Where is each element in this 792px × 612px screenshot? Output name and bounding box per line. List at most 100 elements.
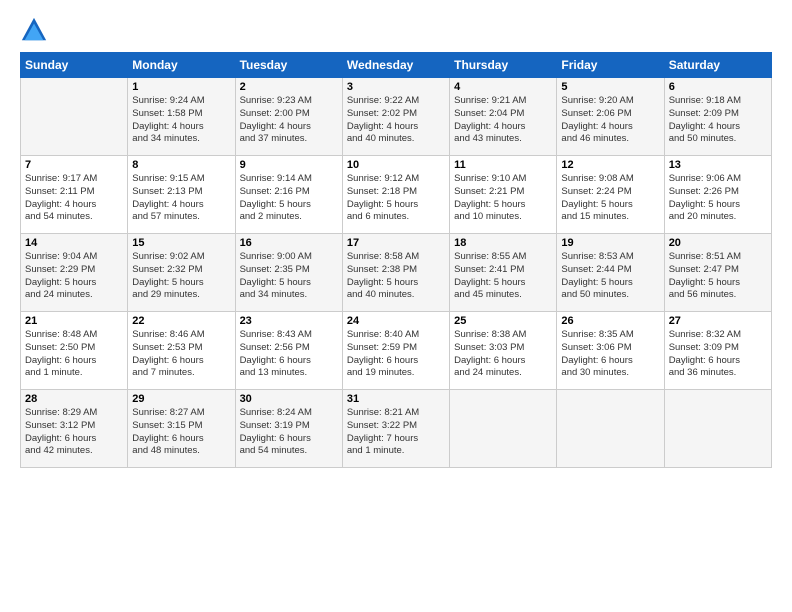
day-number: 18 [454,237,552,249]
week-row-2: 7Sunrise: 9:17 AM Sunset: 2:11 PM Daylig… [21,156,772,234]
day-cell: 15 Sunrise: 9:02 AM Sunset: 2:32 PM Dayli… [128,234,235,312]
day-info: Sunrise: 9:21 AM Sunset: 2:04 PM Dayligh… [454,95,552,146]
day-number: 14 [25,237,123,249]
day-number: 19 [561,237,659,249]
page: SundayMondayTuesdayWednesdayThursdayFrid… [0,0,792,478]
day-info: Sunrise: 9:00 AM Sunset: 2:35 PM Dayligh… [240,251,338,302]
day-info: Sunrise: 8:46 AM Sunset: 2:53 PM Dayligh… [132,329,230,380]
day-info: Sunrise: 8:43 AM Sunset: 2:56 PM Dayligh… [240,329,338,380]
day-info: Sunrise: 9:08 AM Sunset: 2:24 PM Dayligh… [561,173,659,224]
day-number: 21 [25,315,123,327]
day-number: 23 [240,315,338,327]
day-info: Sunrise: 8:58 AM Sunset: 2:38 PM Dayligh… [347,251,445,302]
day-number: 11 [454,159,552,171]
day-number: 26 [561,315,659,327]
day-info: Sunrise: 9:17 AM Sunset: 2:11 PM Dayligh… [25,173,123,224]
day-number: 6 [669,81,767,93]
week-row-5: 28 Sunrise: 8:29 AM Sunset: 3:12 PM Dayli… [21,390,772,468]
day-info: Sunrise: 8:51 AM Sunset: 2:47 PM Dayligh… [669,251,767,302]
day-number: 13 [669,159,767,171]
day-number: 31 [347,393,445,405]
week-row-1: 1 Sunrise: 9:24 AM Sunset: 1:58 PM Daylig… [21,78,772,156]
col-header-friday: Friday [557,53,664,78]
day-cell: 18 Sunrise: 8:55 AM Sunset: 2:41 PM Dayli… [450,234,557,312]
day-info: Sunrise: 9:22 AM Sunset: 2:02 PM Dayligh… [347,95,445,146]
col-header-monday: Monday [128,53,235,78]
day-info: Sunrise: 9:02 AM Sunset: 2:32 PM Dayligh… [132,251,230,302]
day-number: 8 [132,159,230,171]
day-cell: 3 Sunrise: 9:22 AM Sunset: 2:02 PM Daylig… [342,78,449,156]
day-info: Sunrise: 8:29 AM Sunset: 3:12 PM Dayligh… [25,407,123,458]
day-cell: 24Sunrise: 8:40 AM Sunset: 2:59 PM Dayli… [342,312,449,390]
day-number: 27 [669,315,767,327]
day-number: 15 [132,237,230,249]
day-cell: 11 Sunrise: 9:10 AM Sunset: 2:21 PM Dayli… [450,156,557,234]
day-cell: 1 Sunrise: 9:24 AM Sunset: 1:58 PM Daylig… [128,78,235,156]
day-number: 25 [454,315,552,327]
day-cell: 22 Sunrise: 8:46 AM Sunset: 2:53 PM Dayli… [128,312,235,390]
day-cell: 9 Sunrise: 9:14 AM Sunset: 2:16 PM Daylig… [235,156,342,234]
day-cell: 21Sunrise: 8:48 AM Sunset: 2:50 PM Dayli… [21,312,128,390]
day-cell: 28 Sunrise: 8:29 AM Sunset: 3:12 PM Dayli… [21,390,128,468]
day-info: Sunrise: 9:15 AM Sunset: 2:13 PM Dayligh… [132,173,230,224]
day-info: Sunrise: 9:24 AM Sunset: 1:58 PM Dayligh… [132,95,230,146]
day-cell: 26 Sunrise: 8:35 AM Sunset: 3:06 PM Dayli… [557,312,664,390]
col-header-wednesday: Wednesday [342,53,449,78]
day-info: Sunrise: 8:21 AM Sunset: 3:22 PM Dayligh… [347,407,445,458]
col-header-sunday: Sunday [21,53,128,78]
day-info: Sunrise: 8:35 AM Sunset: 3:06 PM Dayligh… [561,329,659,380]
day-info: Sunrise: 8:24 AM Sunset: 3:19 PM Dayligh… [240,407,338,458]
header-row: SundayMondayTuesdayWednesdayThursdayFrid… [21,53,772,78]
day-number: 12 [561,159,659,171]
logo-icon [20,16,48,44]
day-cell [664,390,771,468]
day-cell: 30Sunrise: 8:24 AM Sunset: 3:19 PM Dayli… [235,390,342,468]
calendar-table: SundayMondayTuesdayWednesdayThursdayFrid… [20,52,772,468]
day-info: Sunrise: 8:55 AM Sunset: 2:41 PM Dayligh… [454,251,552,302]
day-number: 9 [240,159,338,171]
week-row-4: 21Sunrise: 8:48 AM Sunset: 2:50 PM Dayli… [21,312,772,390]
day-cell: 16 Sunrise: 9:00 AM Sunset: 2:35 PM Dayli… [235,234,342,312]
day-cell [450,390,557,468]
col-header-tuesday: Tuesday [235,53,342,78]
day-number: 22 [132,315,230,327]
day-info: Sunrise: 8:40 AM Sunset: 2:59 PM Dayligh… [347,329,445,380]
day-info: Sunrise: 9:23 AM Sunset: 2:00 PM Dayligh… [240,95,338,146]
day-cell: 6 Sunrise: 9:18 AM Sunset: 2:09 PM Daylig… [664,78,771,156]
day-number: 20 [669,237,767,249]
day-info: Sunrise: 9:10 AM Sunset: 2:21 PM Dayligh… [454,173,552,224]
header [20,16,772,44]
day-cell: 8 Sunrise: 9:15 AM Sunset: 2:13 PM Daylig… [128,156,235,234]
day-cell: 7Sunrise: 9:17 AM Sunset: 2:11 PM Daylig… [21,156,128,234]
day-number: 1 [132,81,230,93]
day-cell: 25Sunrise: 8:38 AM Sunset: 3:03 PM Dayli… [450,312,557,390]
day-info: Sunrise: 9:18 AM Sunset: 2:09 PM Dayligh… [669,95,767,146]
day-number: 3 [347,81,445,93]
day-info: Sunrise: 8:32 AM Sunset: 3:09 PM Dayligh… [669,329,767,380]
day-cell: 20 Sunrise: 8:51 AM Sunset: 2:47 PM Dayli… [664,234,771,312]
col-header-thursday: Thursday [450,53,557,78]
day-number: 17 [347,237,445,249]
day-cell: 12 Sunrise: 9:08 AM Sunset: 2:24 PM Dayli… [557,156,664,234]
day-number: 29 [132,393,230,405]
day-cell: 17 Sunrise: 8:58 AM Sunset: 2:38 PM Dayli… [342,234,449,312]
day-number: 16 [240,237,338,249]
day-cell [21,78,128,156]
day-number: 10 [347,159,445,171]
day-cell [557,390,664,468]
day-cell: 10 Sunrise: 9:12 AM Sunset: 2:18 PM Dayli… [342,156,449,234]
day-number: 28 [25,393,123,405]
day-cell: 13Sunrise: 9:06 AM Sunset: 2:26 PM Dayli… [664,156,771,234]
day-cell: 23 Sunrise: 8:43 AM Sunset: 2:56 PM Dayli… [235,312,342,390]
day-info: Sunrise: 8:53 AM Sunset: 2:44 PM Dayligh… [561,251,659,302]
day-info: Sunrise: 9:12 AM Sunset: 2:18 PM Dayligh… [347,173,445,224]
day-cell: 27 Sunrise: 8:32 AM Sunset: 3:09 PM Dayli… [664,312,771,390]
day-cell: 29 Sunrise: 8:27 AM Sunset: 3:15 PM Dayli… [128,390,235,468]
day-cell: 2Sunrise: 9:23 AM Sunset: 2:00 PM Daylig… [235,78,342,156]
day-info: Sunrise: 8:27 AM Sunset: 3:15 PM Dayligh… [132,407,230,458]
week-row-3: 14Sunrise: 9:04 AM Sunset: 2:29 PM Dayli… [21,234,772,312]
day-number: 4 [454,81,552,93]
day-cell: 4 Sunrise: 9:21 AM Sunset: 2:04 PM Daylig… [450,78,557,156]
day-info: Sunrise: 9:14 AM Sunset: 2:16 PM Dayligh… [240,173,338,224]
logo [20,16,50,44]
